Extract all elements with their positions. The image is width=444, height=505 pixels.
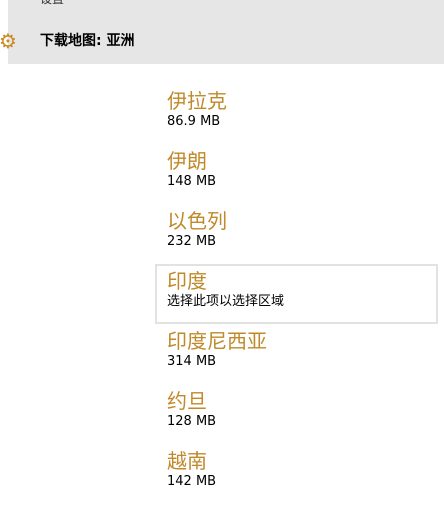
region-hint: 选择此项以选择区域 [167, 294, 285, 309]
region-name: 约旦 [167, 389, 207, 413]
region-item-vietnam[interactable]: 越南 142 MB [155, 444, 438, 504]
region-name: 越南 [167, 449, 207, 473]
region-size: 148 MB [167, 174, 217, 189]
region-size: 128 MB [167, 414, 217, 429]
region-item-jordan[interactable]: 约旦 128 MB [155, 384, 438, 444]
region-size: 142 MB [167, 474, 217, 489]
region-size: 314 MB [167, 354, 217, 369]
header-bar: 设置 ⚙ 下载地图: 亚洲 [0, 0, 444, 64]
region-item-israel[interactable]: 以色列 232 MB [155, 204, 438, 264]
page-title: 下载地图: 亚洲 [40, 33, 135, 49]
region-name: 伊拉克 [167, 89, 227, 113]
region-item-iraq[interactable]: 伊拉克 86.9 MB [155, 84, 438, 144]
region-name: 以色列 [167, 209, 227, 233]
region-size: 86.9 MB [167, 114, 221, 129]
gear-icon[interactable]: ⚙ [0, 30, 20, 52]
region-size: 232 MB [167, 234, 217, 249]
region-name: 印度尼西亚 [167, 329, 267, 353]
region-item-india[interactable]: 印度 选择此项以选择区域 [155, 264, 438, 324]
settings-label[interactable]: 设置 [40, 0, 64, 7]
region-item-iran[interactable]: 伊朗 148 MB [155, 144, 438, 204]
region-list: 伊拉克 86.9 MB 伊朗 148 MB 以色列 232 MB 印度 选择此项… [155, 84, 438, 504]
region-item-indonesia[interactable]: 印度尼西亚 314 MB [155, 324, 438, 384]
region-name: 伊朗 [167, 149, 207, 173]
region-name: 印度 [167, 269, 207, 293]
